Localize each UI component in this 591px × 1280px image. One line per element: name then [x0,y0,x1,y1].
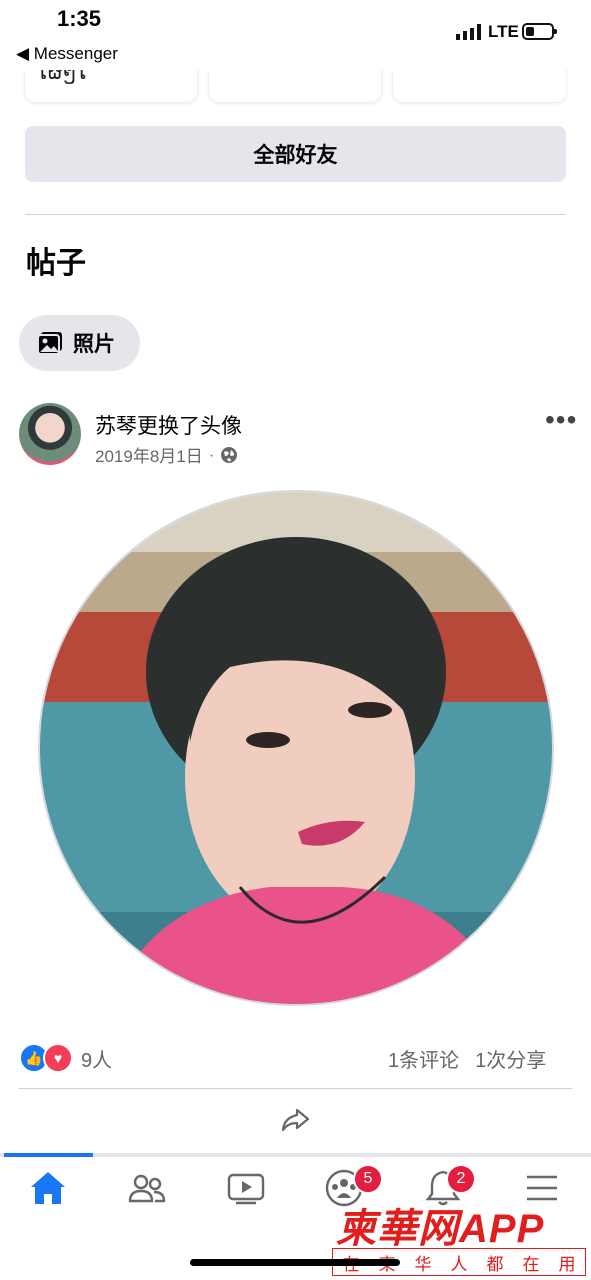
watermark-char: 用 [558,1254,576,1274]
globe-icon [221,446,238,463]
shares-count[interactable]: 1次分享 [475,1044,546,1073]
profile-picture-photo[interactable] [38,490,554,1006]
home-icon [31,1172,65,1204]
divider [25,214,566,215]
status-time: 1:35 [57,6,102,31]
photos-label: 照片 [73,333,115,356]
comments-count[interactable]: 1条评论 [388,1044,459,1073]
more-icon[interactable]: ••• [545,404,577,436]
post-stats: 1条评论 1次分享 [388,1044,546,1073]
signal-icon [456,24,481,40]
photos-button[interactable]: 照片 [19,315,140,371]
post-meta: 2019年8月1日 · [95,442,238,467]
watermark-char: 华 [414,1254,432,1274]
tab-friends[interactable] [124,1165,170,1211]
tab-home[interactable] [25,1165,71,1211]
watermark-char: 都 [486,1254,504,1274]
reaction-count: 9人 [81,1049,113,1072]
all-friends-button[interactable]: 全部好友 [25,126,566,182]
post-author-action[interactable]: 苏琴更换了头像 [95,410,242,440]
network-type: LTE [488,22,519,41]
battery-icon [522,23,557,40]
reactions-summary[interactable]: 👍 ♥ 9人 [19,1043,112,1073]
watermark-char: 人 [450,1254,468,1274]
notifications-badge: 2 [446,1164,476,1194]
divider [19,1088,572,1089]
friends-icon [128,1174,166,1203]
groups-badge: 5 [353,1164,383,1194]
separator-dot: · [208,444,215,464]
back-to-messenger-link[interactable]: ◀ Messenger [16,44,118,64]
love-reaction-icon: ♥ [43,1043,73,1073]
share-icon[interactable] [279,1104,311,1136]
watermark-title: 柬華网APP [336,1207,545,1251]
watermark-char: 在 [522,1254,540,1274]
active-tab-indicator [4,1153,93,1157]
home-indicator[interactable] [190,1259,400,1266]
post-date[interactable]: 2019年8月1日 [95,442,203,467]
photo-icon [37,332,62,355]
posts-section-title: 帖子 [26,247,86,280]
portrait-image [40,492,552,1004]
watch-icon [227,1173,265,1205]
avatar[interactable] [19,403,81,465]
tab-watch[interactable] [223,1165,269,1211]
